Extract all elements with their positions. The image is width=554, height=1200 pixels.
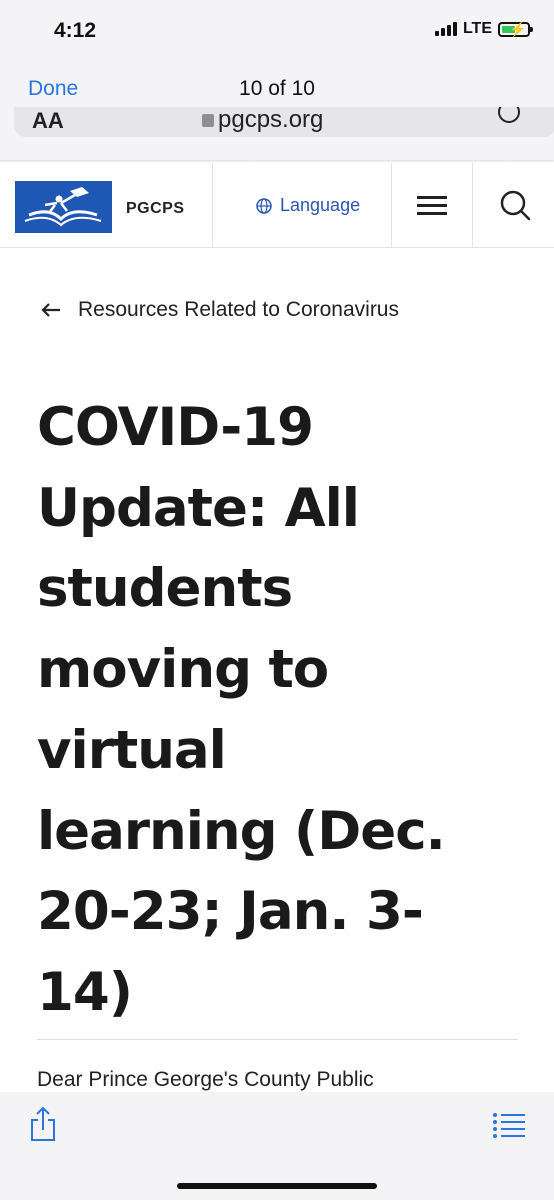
reader-options-button[interactable]: AA: [32, 108, 64, 134]
site-header: PGCPS Language: [0, 163, 554, 248]
network-type: LTE: [462, 20, 492, 37]
list-button[interactable]: [492, 1112, 526, 1138]
back-arrow-icon: [41, 303, 60, 317]
viewer-nav-bar: Done 10 of 10 AA pgcps.org: [0, 60, 554, 160]
logo-icon[interactable]: [15, 181, 112, 233]
menu-icon: [417, 196, 447, 215]
globe-icon: [256, 197, 272, 214]
page-counter: 10 of 10: [239, 77, 315, 100]
url-display[interactable]: pgcps.org: [202, 107, 323, 134]
status-time: 4:12: [54, 19, 97, 42]
share-icon: [31, 1106, 55, 1141]
language-label: Language: [280, 195, 361, 215]
back-link-label: Resources Related to Coronavirus: [78, 298, 399, 321]
brand-name[interactable]: PGCPS: [126, 200, 185, 218]
lock-icon: [202, 113, 214, 127]
search-icon: [500, 190, 531, 221]
headline-line: COVID-19: [37, 397, 314, 458]
home-indicator[interactable]: [177, 1183, 377, 1189]
article-body-start: Dear Prince George's County Public: [37, 1068, 374, 1091]
headline-line: 14): [37, 961, 133, 1023]
headline-line: learning (Dec.: [37, 800, 446, 862]
battery-icon: ⚡: [498, 21, 533, 37]
headline-line: moving to: [37, 639, 329, 701]
share-button[interactable]: [28, 1104, 58, 1144]
headline-line: 20-23; Jan. 3-: [37, 881, 424, 943]
headline-line: students: [37, 558, 293, 620]
address-bar[interactable]: AA pgcps.org: [14, 107, 554, 137]
reload-icon[interactable]: [498, 107, 520, 123]
back-link[interactable]: Resources Related to Coronavirus: [40, 298, 399, 322]
status-indicators: LTE ⚡: [434, 20, 533, 38]
status-bar: 4:12 LTE ⚡: [0, 0, 554, 60]
search-button[interactable]: [473, 163, 553, 247]
headline-divider: [37, 1039, 518, 1040]
headline-line: virtual: [37, 719, 227, 781]
signal-icon: [434, 22, 457, 36]
list-icon: [493, 1113, 525, 1138]
article-headline: COVID-19 Update: All students moving to …: [37, 388, 537, 1034]
url-text: pgcps.org: [218, 107, 324, 133]
header-divider: [212, 163, 213, 247]
menu-button[interactable]: [392, 163, 472, 247]
language-button[interactable]: Language: [256, 195, 360, 216]
headline-line: Update: All: [37, 477, 360, 539]
